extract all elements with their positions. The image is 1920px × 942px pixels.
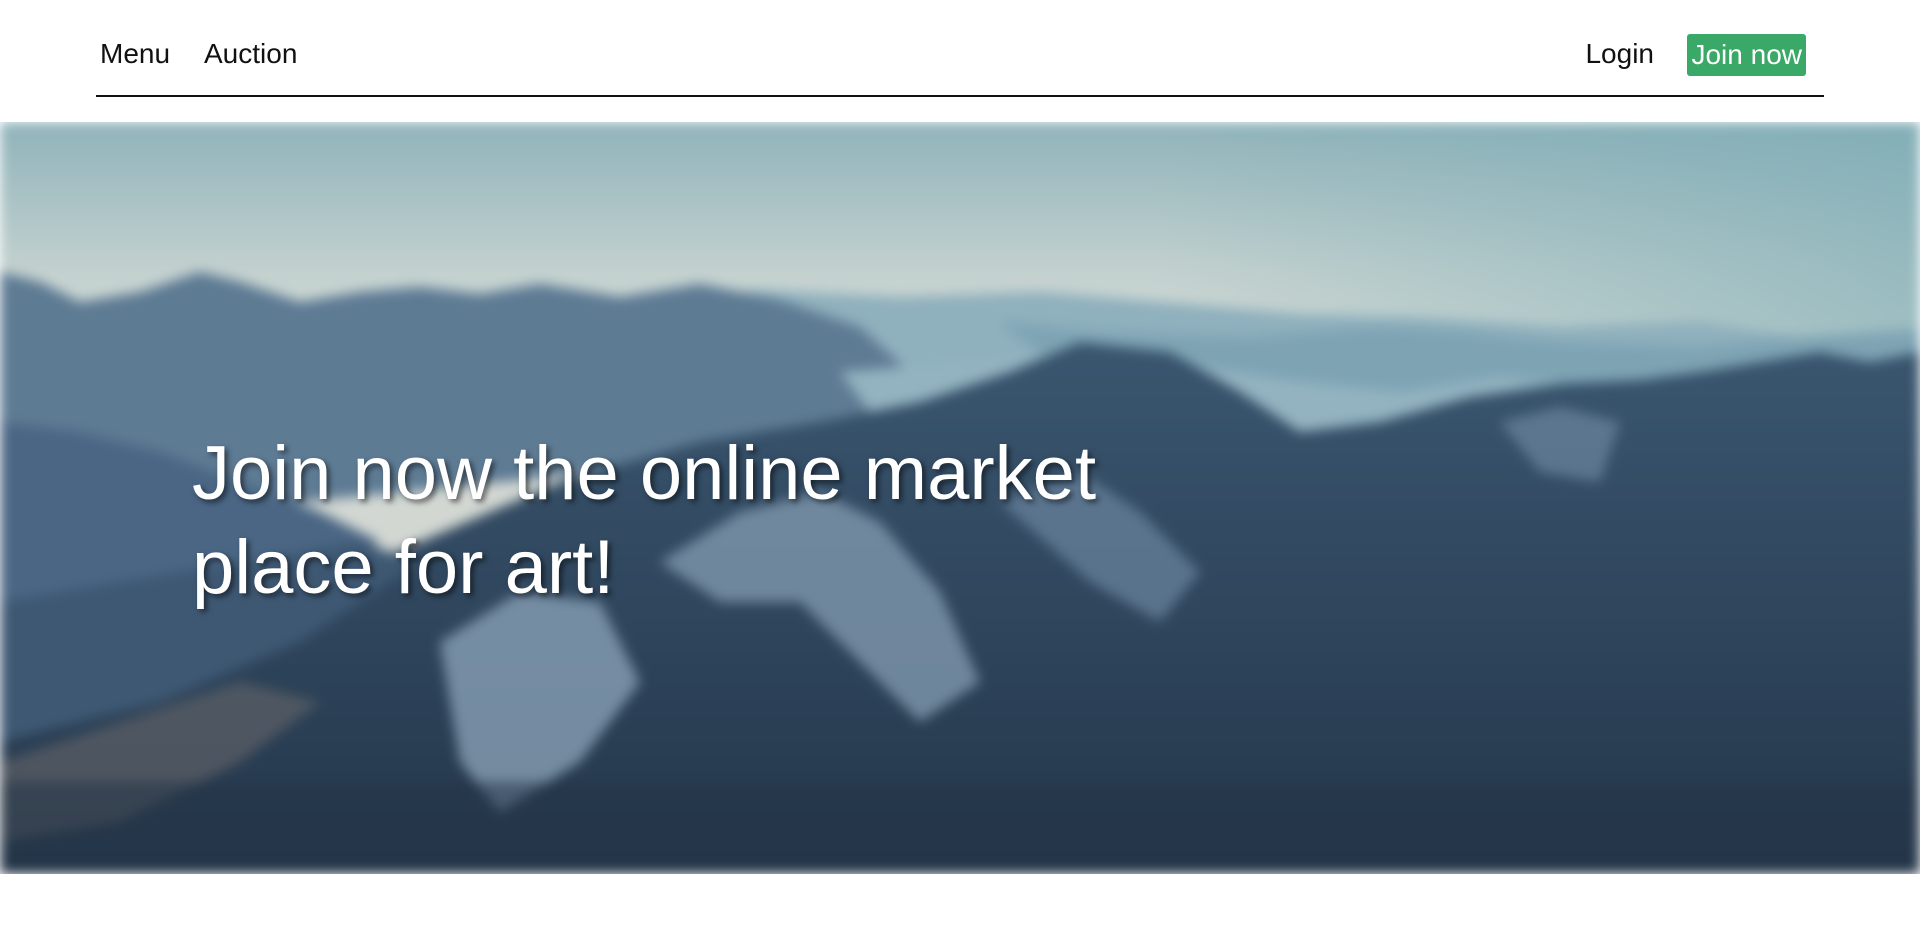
top-navbar: Menu Auction Login Join now [96,0,1824,97]
login-link[interactable]: Login [1585,37,1654,71]
nav-menu-link[interactable]: Menu [100,37,170,71]
nav-auction-link[interactable]: Auction [204,37,297,71]
join-now-button[interactable]: Join now [1687,34,1806,76]
hero-banner: Join now the online market place for art… [0,122,1920,874]
hero-heading: Join now the online market place for art… [192,431,1097,610]
